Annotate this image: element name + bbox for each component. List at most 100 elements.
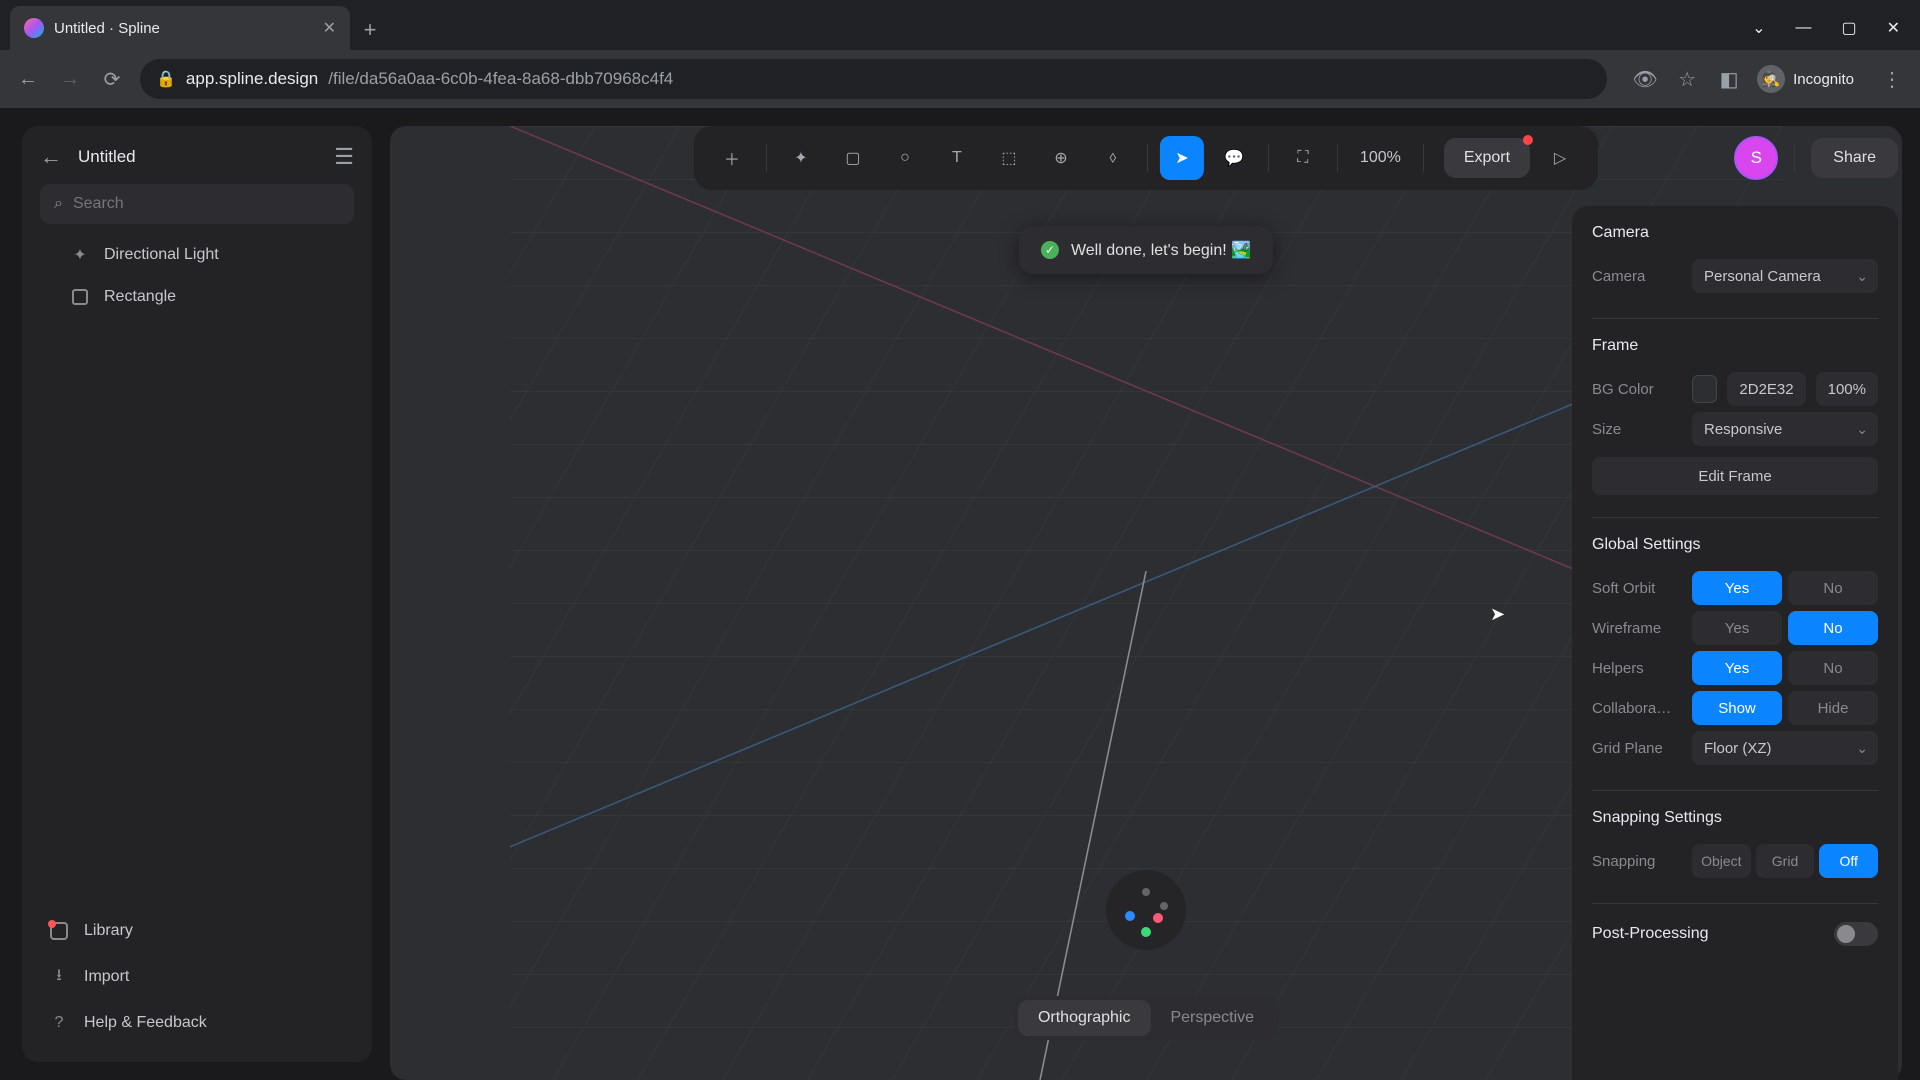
perspective-button[interactable]: Perspective — [1150, 1000, 1274, 1036]
layer-item-directional-light[interactable]: Directional Light — [40, 234, 354, 276]
spline-favicon — [24, 18, 44, 38]
maximize-icon[interactable]: ▢ — [1841, 18, 1856, 38]
back-arrow-icon[interactable]: ← — [40, 144, 62, 170]
add-button[interactable]: ＋ — [710, 136, 754, 180]
search-input[interactable] — [73, 195, 340, 213]
minimize-icon[interactable]: — — [1795, 19, 1811, 37]
comment-tool-icon[interactable]: 💬 — [1212, 136, 1256, 180]
size-label: Size — [1592, 421, 1682, 438]
rectangle-icon — [70, 287, 90, 307]
cursor-tool-icon[interactable]: ➤ — [1160, 136, 1204, 180]
global-title: Global Settings — [1592, 536, 1878, 554]
grid-plane-label: Grid Plane — [1592, 740, 1682, 757]
close-tab-icon[interactable]: ✕ — [323, 18, 336, 38]
sidebar-header: ← Untitled ☰ — [40, 144, 354, 170]
bg-color-swatch[interactable] — [1692, 375, 1717, 403]
snapping-object[interactable]: Object — [1692, 844, 1751, 878]
bg-color-hex-input[interactable]: 2D2E32 — [1727, 372, 1805, 406]
user-avatar[interactable]: S — [1734, 136, 1778, 180]
hamburger-icon[interactable]: ☰ — [334, 144, 354, 170]
global-settings-section: Global Settings Soft Orbit Yes No Wirefr… — [1592, 536, 1878, 768]
collab-show[interactable]: Show — [1692, 691, 1782, 725]
orientation-gizmo[interactable] — [1106, 870, 1186, 950]
divider — [1592, 318, 1878, 319]
frame-title: Frame — [1592, 337, 1878, 355]
zoom-level[interactable]: 100% — [1350, 149, 1411, 167]
url-path: /file/da56a0aa-6c0b-4fea-8a68-dbb70968c4… — [328, 69, 673, 89]
helpers-yes[interactable]: Yes — [1692, 651, 1782, 685]
text-tool-icon[interactable]: T — [935, 136, 979, 180]
bookmark-icon[interactable]: ☆ — [1673, 67, 1701, 92]
camera-section: Camera Camera Personal Camera — [1592, 224, 1878, 296]
frame-tool-icon[interactable]: ⛶ — [1281, 136, 1325, 180]
url-domain: app.spline.design — [186, 69, 318, 89]
snapping-off[interactable]: Off — [1819, 844, 1878, 878]
layer-item-rectangle[interactable]: Rectangle — [40, 276, 354, 318]
separator — [1423, 144, 1424, 172]
wireframe-no[interactable]: No — [1788, 611, 1878, 645]
top-right-controls: S Share — [1734, 126, 1898, 190]
post-title: Post-Processing — [1592, 925, 1709, 943]
cube-tool-icon[interactable]: ⬚ — [987, 136, 1031, 180]
post-processing-toggle[interactable] — [1834, 922, 1878, 946]
help-button[interactable]: ? Help & Feedback — [40, 1002, 354, 1044]
search-icon: ⌕ — [54, 195, 63, 213]
sparkle-tool-icon[interactable]: ✦ — [779, 136, 823, 180]
wireframe-yes[interactable]: Yes — [1692, 611, 1782, 645]
sphere-tool-icon[interactable]: ⊕ — [1039, 136, 1083, 180]
camera-title: Camera — [1592, 224, 1878, 242]
forward-icon[interactable]: → — [56, 68, 84, 91]
mouse-cursor-icon: ➤ — [1490, 604, 1505, 625]
grid-plane-dropdown[interactable]: Floor (XZ) — [1692, 731, 1878, 765]
import-icon: ⭳ — [48, 966, 70, 988]
orthographic-button[interactable]: Orthographic — [1018, 1000, 1151, 1036]
reload-icon[interactable]: ⟳ — [98, 67, 126, 92]
export-button[interactable]: Export — [1444, 138, 1530, 178]
export-label: Export — [1464, 149, 1510, 167]
browser-tab[interactable]: Untitled · Spline ✕ — [10, 6, 350, 50]
window-controls: ⌄ — ▢ ✕ — [1752, 6, 1920, 50]
play-button-icon[interactable]: ▷ — [1538, 136, 1582, 180]
tab-dropdown-icon[interactable]: ⌄ — [1752, 18, 1765, 38]
edit-frame-button[interactable]: Edit Frame — [1592, 457, 1878, 495]
toast-notification: ✓ Well done, let's begin! 🏞️ — [1019, 226, 1273, 274]
wireframe-label: Wireframe — [1592, 620, 1682, 637]
extensions-icon[interactable]: ◧ — [1715, 67, 1743, 92]
search-box[interactable]: ⌕ — [40, 184, 354, 224]
bg-opacity-input[interactable]: 100% — [1816, 372, 1878, 406]
soft-orbit-yes[interactable]: Yes — [1692, 571, 1782, 605]
size-dropdown[interactable]: Responsive — [1692, 412, 1878, 446]
incognito-icon: 🕵️ — [1757, 65, 1785, 93]
helpers-no[interactable]: No — [1788, 651, 1878, 685]
left-sidebar: ← Untitled ☰ ⌕ Directional Light Rectang… — [22, 126, 372, 1062]
rectangle-tool-icon[interactable]: ▢ — [831, 136, 875, 180]
import-button[interactable]: ⭳ Import — [40, 956, 354, 998]
circle-tool-icon[interactable]: ○ — [883, 136, 927, 180]
kebab-menu-icon[interactable]: ⋮ — [1878, 67, 1906, 92]
back-icon[interactable]: ← — [14, 68, 42, 91]
share-button[interactable]: Share — [1811, 138, 1898, 178]
separator — [1147, 144, 1148, 172]
eye-off-icon[interactable]: 👁 — [1631, 67, 1659, 92]
new-tab-button[interactable]: + — [350, 10, 390, 50]
right-panel: Camera Camera Personal Camera Frame BG C… — [1572, 206, 1898, 1080]
layer-label: Directional Light — [104, 246, 219, 264]
close-window-icon[interactable]: ✕ — [1887, 18, 1900, 38]
collab-hide[interactable]: Hide — [1788, 691, 1878, 725]
project-title[interactable]: Untitled — [78, 147, 318, 167]
tab-title: Untitled · Spline — [54, 20, 313, 37]
top-toolbar: ＋ ✦ ▢ ○ T ⬚ ⊕ ⬨ ➤ 💬 ⛶ 100% Export ▷ — [694, 126, 1598, 190]
snapping-section: Snapping Settings Snapping Object Grid O… — [1592, 809, 1878, 881]
library-button[interactable]: Library — [40, 910, 354, 952]
separator — [1337, 144, 1338, 172]
check-icon: ✓ — [1041, 241, 1059, 259]
soft-orbit-no[interactable]: No — [1788, 571, 1878, 605]
library-label: Library — [84, 922, 133, 940]
url-bar[interactable]: 🔒 app.spline.design /file/da56a0aa-6c0b-… — [140, 59, 1607, 99]
layer-label: Rectangle — [104, 288, 176, 306]
tag-tool-icon[interactable]: ⬨ — [1091, 136, 1135, 180]
camera-label: Camera — [1592, 268, 1682, 285]
camera-dropdown[interactable]: Personal Camera — [1692, 259, 1878, 293]
help-label: Help & Feedback — [84, 1014, 207, 1032]
snapping-grid[interactable]: Grid — [1756, 844, 1815, 878]
